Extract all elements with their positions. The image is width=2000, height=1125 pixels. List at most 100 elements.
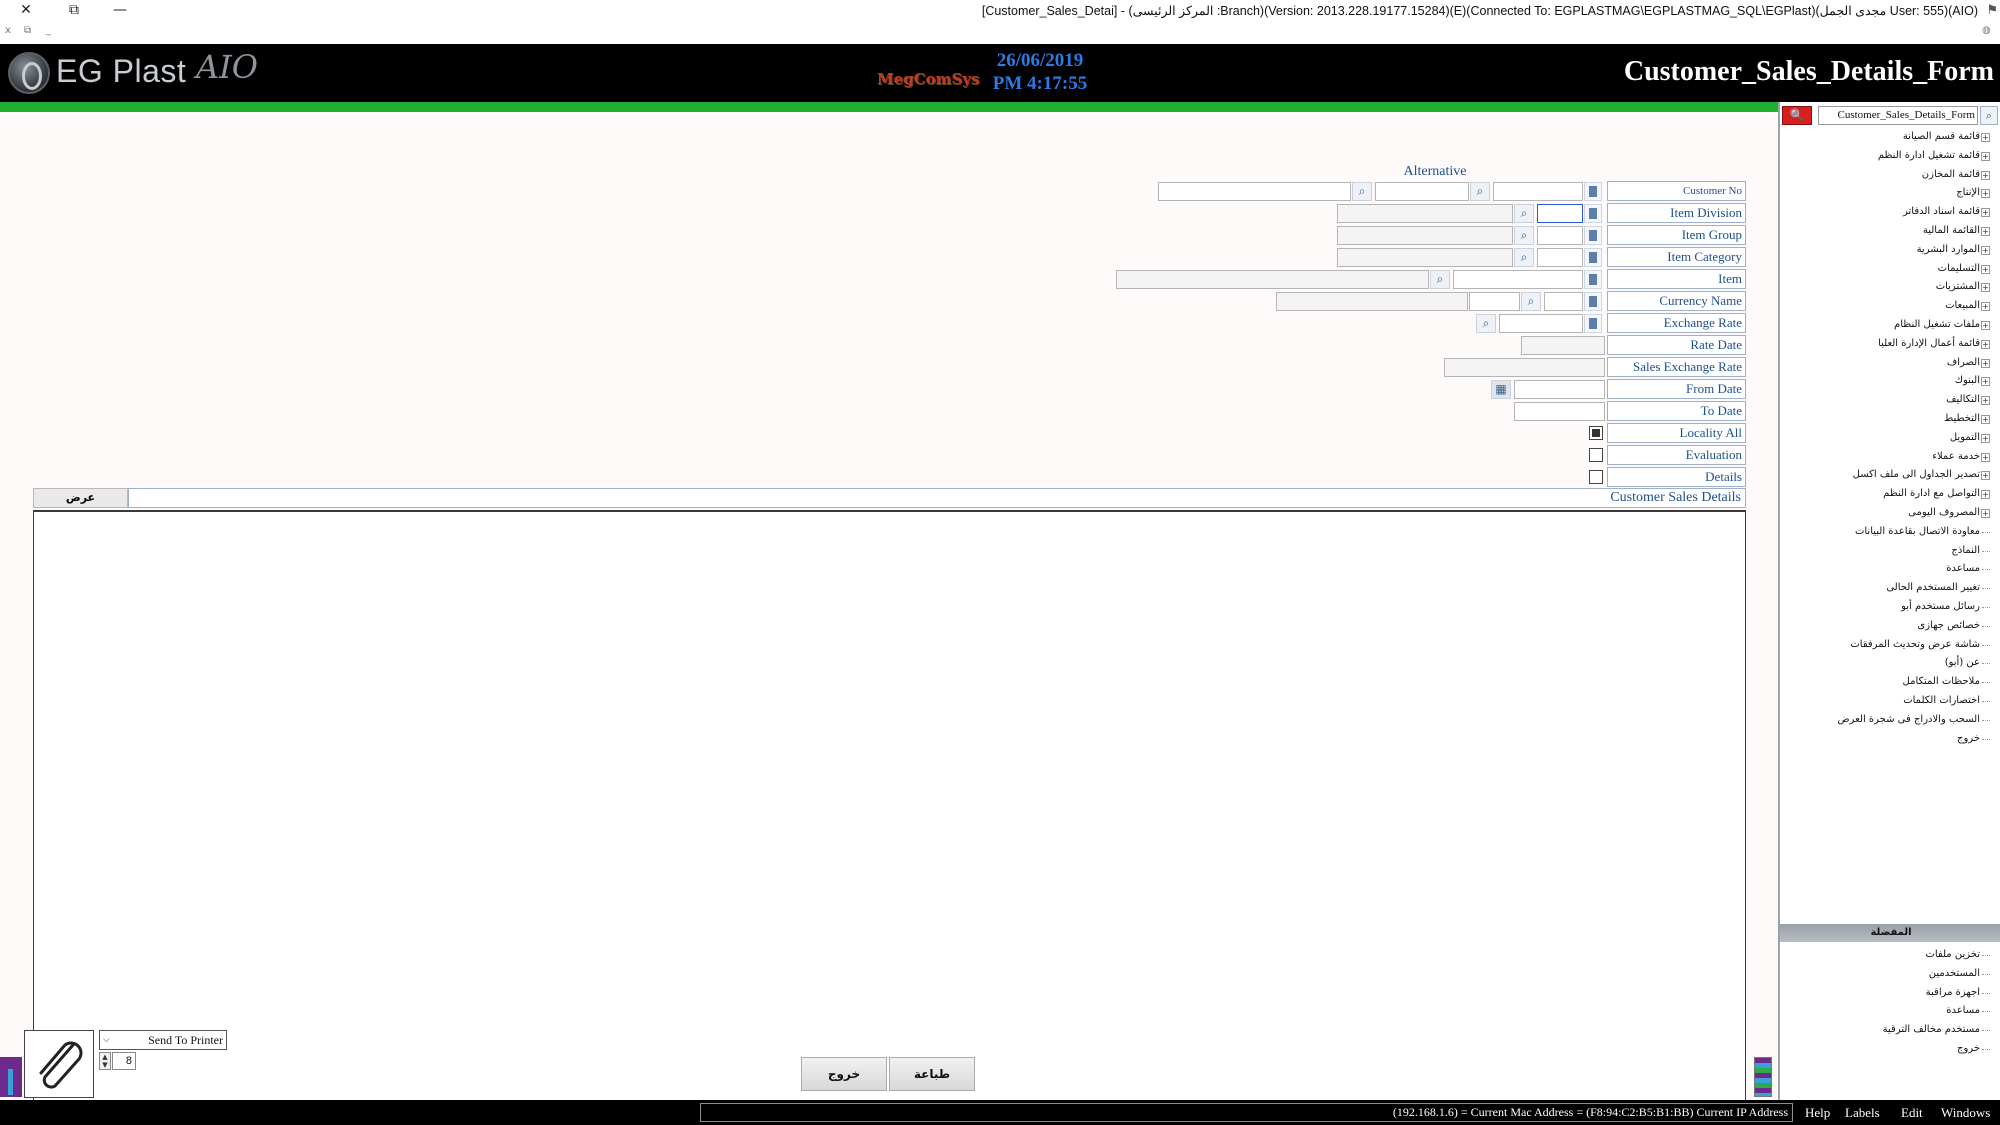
expand-icon[interactable]: + bbox=[1981, 377, 1990, 387]
exit-button[interactable]: خروج bbox=[801, 1057, 887, 1091]
tree-item[interactable]: تغيير المستخدم الحالى bbox=[1784, 579, 1980, 597]
tree-item[interactable]: الصراف bbox=[1784, 354, 1980, 372]
tree-item[interactable]: قائمة المخازن bbox=[1784, 166, 1980, 184]
customer-search-icon[interactable]: ⌕ bbox=[1470, 182, 1490, 201]
customer-alt-search-icon[interactable]: ⌕ bbox=[1352, 182, 1372, 201]
tree-item[interactable]: تصدير الجداول الى ملف اكسل bbox=[1784, 466, 1980, 484]
tree-item[interactable]: رسائل مستخدم أبو bbox=[1784, 598, 1980, 616]
expand-icon[interactable]: + bbox=[1981, 471, 1990, 481]
customer-no-lookup-button[interactable] bbox=[1584, 182, 1602, 201]
menu-labels[interactable]: Labels bbox=[1845, 1105, 1880, 1121]
tree-item[interactable]: خصائص جهازى bbox=[1784, 617, 1980, 635]
menu-edit[interactable]: Edit bbox=[1901, 1105, 1923, 1121]
expand-icon[interactable]: + bbox=[1981, 208, 1990, 218]
tree-item[interactable]: النماذج bbox=[1784, 542, 1980, 560]
print-button[interactable]: طباعة bbox=[889, 1057, 975, 1091]
expand-icon[interactable]: + bbox=[1981, 264, 1990, 274]
item-category-lookup-button[interactable] bbox=[1584, 248, 1602, 267]
tree-item[interactable]: ملفات تشغيل النظام bbox=[1784, 316, 1980, 334]
exchange-rate-input[interactable] bbox=[1499, 314, 1583, 333]
favorite-item[interactable]: خروج bbox=[1784, 1040, 1980, 1058]
item-division-lookup-button[interactable] bbox=[1584, 204, 1602, 223]
item-division-search-icon[interactable]: ⌕ bbox=[1514, 204, 1534, 223]
expand-icon[interactable]: + bbox=[1981, 227, 1990, 236]
favorite-item[interactable]: مستخدم مخالف الترقية bbox=[1784, 1021, 1980, 1039]
tree-item[interactable]: مساعدة bbox=[1784, 560, 1980, 578]
expand-icon[interactable]: + bbox=[1981, 245, 1990, 255]
tree-item[interactable]: خروج bbox=[1784, 730, 1980, 748]
expand-icon[interactable]: + bbox=[1981, 151, 1990, 161]
item-group-input[interactable] bbox=[1537, 226, 1583, 245]
send-to-printer-select[interactable]: ⌵ Send To Printer bbox=[99, 1030, 227, 1050]
expand-icon[interactable]: + bbox=[1981, 133, 1990, 142]
close-window-button[interactable]: ✕ bbox=[6, 0, 46, 22]
expand-icon[interactable]: + bbox=[1981, 283, 1990, 293]
tree-item[interactable]: معاودة الاتصال بقاعدة البيانات bbox=[1784, 523, 1980, 541]
tree-item[interactable]: قائمة أعمال الإدارة العليا bbox=[1784, 335, 1980, 353]
locality-all-checkbox[interactable] bbox=[1589, 426, 1603, 440]
expand-icon[interactable]: + bbox=[1981, 452, 1990, 462]
expand-icon[interactable]: + bbox=[1981, 170, 1990, 180]
expand-icon[interactable]: + bbox=[1981, 490, 1990, 500]
currency-lookup-button[interactable] bbox=[1584, 292, 1602, 311]
item-search-icon[interactable]: ⌕ bbox=[1430, 270, 1450, 289]
details-checkbox[interactable] bbox=[1589, 470, 1603, 484]
mdi-minimize-button[interactable]: _ bbox=[46, 25, 51, 36]
expand-icon[interactable]: + bbox=[1981, 509, 1990, 518]
currency-search-icon[interactable]: ⌕ bbox=[1521, 292, 1541, 311]
results-grid[interactable] bbox=[33, 510, 1746, 1125]
to-date-input[interactable] bbox=[1514, 402, 1605, 421]
item-lookup-button[interactable] bbox=[1584, 270, 1602, 289]
calendar-icon[interactable]: ▦ bbox=[1491, 380, 1511, 399]
mdi-restore-button[interactable]: ⧉ bbox=[24, 25, 31, 36]
tree-item[interactable]: المبيعات bbox=[1784, 297, 1980, 315]
left-toolbar-icon[interactable] bbox=[0, 1057, 22, 1097]
expand-icon[interactable]: + bbox=[1981, 189, 1990, 199]
menu-help[interactable]: Help bbox=[1805, 1105, 1830, 1121]
tree-item[interactable]: عن (أبو) bbox=[1784, 654, 1980, 672]
from-date-input[interactable] bbox=[1514, 380, 1605, 399]
view-button[interactable]: عرض bbox=[33, 488, 128, 508]
tree-item[interactable]: المشتريات bbox=[1784, 278, 1980, 296]
exchange-rate-search-icon[interactable]: ⌕ bbox=[1476, 314, 1496, 333]
search-icon[interactable]: ⌕ bbox=[1980, 106, 1998, 125]
item-input[interactable] bbox=[1453, 270, 1583, 289]
favorite-item[interactable]: اجهزة مراقبة bbox=[1784, 984, 1980, 1002]
menu-windows[interactable]: Windows bbox=[1941, 1105, 1990, 1121]
tree-item[interactable]: المصروف اليومى bbox=[1784, 504, 1980, 522]
tree-item[interactable]: ملاحظات المتكامل bbox=[1784, 673, 1980, 691]
tree-item[interactable]: قائمة اسناد الدفاتر bbox=[1784, 203, 1980, 221]
tree-item[interactable]: التسليمات bbox=[1784, 260, 1980, 278]
restore-window-button[interactable]: ⧉ bbox=[54, 0, 94, 22]
tree-item[interactable]: التمويل bbox=[1784, 429, 1980, 447]
tree-item[interactable]: التواصل مع ادارة النظم bbox=[1784, 485, 1980, 503]
item-category-input[interactable] bbox=[1537, 248, 1583, 267]
customer-no-input[interactable] bbox=[1493, 182, 1583, 201]
tree-item[interactable]: اختصارات الكلمات bbox=[1784, 692, 1980, 710]
item-category-search-icon[interactable]: ⌕ bbox=[1514, 248, 1534, 267]
menu-search-input[interactable]: Customer_Sales_Details_Form bbox=[1818, 106, 1978, 125]
minimize-window-button[interactable]: — bbox=[100, 0, 140, 22]
tree-item[interactable]: قائمة قسم الصيانة bbox=[1784, 128, 1980, 146]
currency-alt-input[interactable] bbox=[1469, 292, 1520, 311]
expand-icon[interactable]: + bbox=[1981, 321, 1990, 330]
currency-code-input[interactable] bbox=[1544, 292, 1583, 311]
tree-item[interactable]: الموارد البشرية bbox=[1784, 241, 1980, 259]
expand-icon[interactable]: + bbox=[1981, 396, 1990, 406]
expand-icon[interactable]: + bbox=[1981, 358, 1990, 368]
customer-name-input[interactable] bbox=[1158, 182, 1351, 201]
menu-search-button[interactable]: 🔍 bbox=[1782, 106, 1812, 125]
copies-input[interactable]: 8 bbox=[112, 1052, 136, 1070]
tree-item[interactable]: السحب والادراج فى شجرة العرض bbox=[1784, 711, 1980, 729]
tree-item[interactable]: البنوك bbox=[1784, 372, 1980, 390]
copies-stepper[interactable]: ▲ ▼ bbox=[99, 1052, 111, 1070]
expand-icon[interactable]: + bbox=[1981, 339, 1990, 349]
tree-item[interactable]: خدمة عملاء bbox=[1784, 448, 1980, 466]
tree-item[interactable]: الإنتاج bbox=[1784, 184, 1980, 202]
stack-icon[interactable] bbox=[1754, 1057, 1772, 1097]
favorite-item[interactable]: تخزين ملفات bbox=[1784, 946, 1980, 964]
item-group-search-icon[interactable]: ⌕ bbox=[1514, 226, 1534, 245]
favorite-item[interactable]: مساعدة bbox=[1784, 1002, 1980, 1020]
tree-item[interactable]: قائمة تشغيل ادارة النظم bbox=[1784, 147, 1980, 165]
tree-item[interactable]: التخطيط bbox=[1784, 410, 1980, 428]
